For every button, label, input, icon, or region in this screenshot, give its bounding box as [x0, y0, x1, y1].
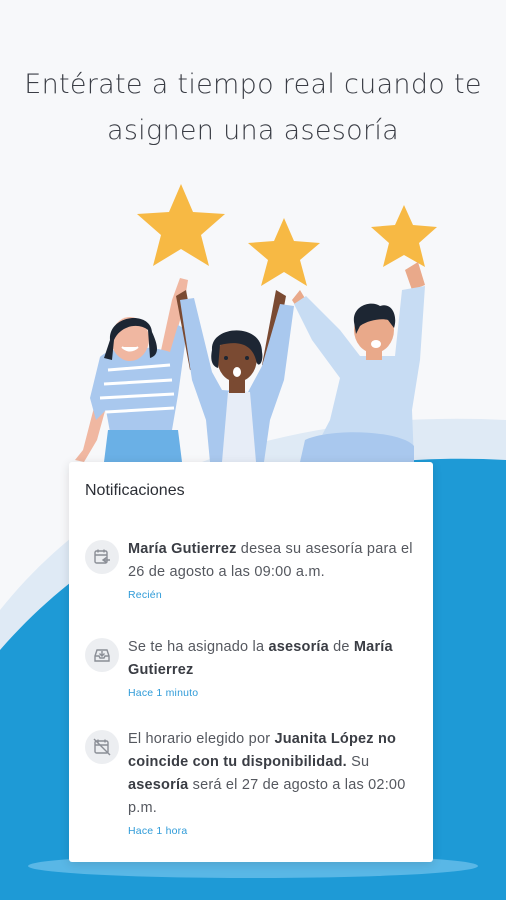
star-icon-middle [248, 218, 320, 286]
inbox-download-icon [85, 638, 119, 672]
notification-user-name: María Gutierrez [128, 541, 237, 557]
card-title: Notificaciones [85, 482, 185, 499]
notification-time: Hace 1 hora [128, 825, 188, 837]
notification-keyword: asesoría [268, 639, 329, 655]
notification-time: Recién [128, 589, 162, 601]
notification-text: El horario elegido por Juanita López no … [128, 728, 418, 820]
calendar-arrow-icon [85, 540, 119, 574]
notification-keyword: asesoría [128, 777, 189, 793]
notification-body: El horario elegido por Juanita López no … [128, 728, 418, 837]
person-left [75, 278, 188, 462]
star-icon-left [137, 184, 225, 266]
person-middle [176, 290, 294, 462]
notifications-card: Notificaciones María Gutierrez desea su … [69, 462, 433, 862]
calendar-off-icon [85, 730, 119, 764]
notification-message-part: El horario elegido por [128, 731, 275, 747]
notification-message-part: Su [346, 754, 370, 770]
star-icon-right [371, 205, 437, 267]
notification-body: Se te ha asignado la asesoría de María G… [128, 636, 418, 699]
notification-time: Hace 1 minuto [128, 687, 199, 699]
notification-message-part: Se te ha asignado la [128, 639, 269, 655]
notification-text: María Gutierrez desea su asesoría para e… [128, 538, 418, 584]
notification-text: Se te ha asignado la asesoría de María G… [128, 636, 418, 682]
notification-message-part: de [328, 639, 354, 655]
notification-body: María Gutierrez desea su asesoría para e… [128, 538, 418, 601]
